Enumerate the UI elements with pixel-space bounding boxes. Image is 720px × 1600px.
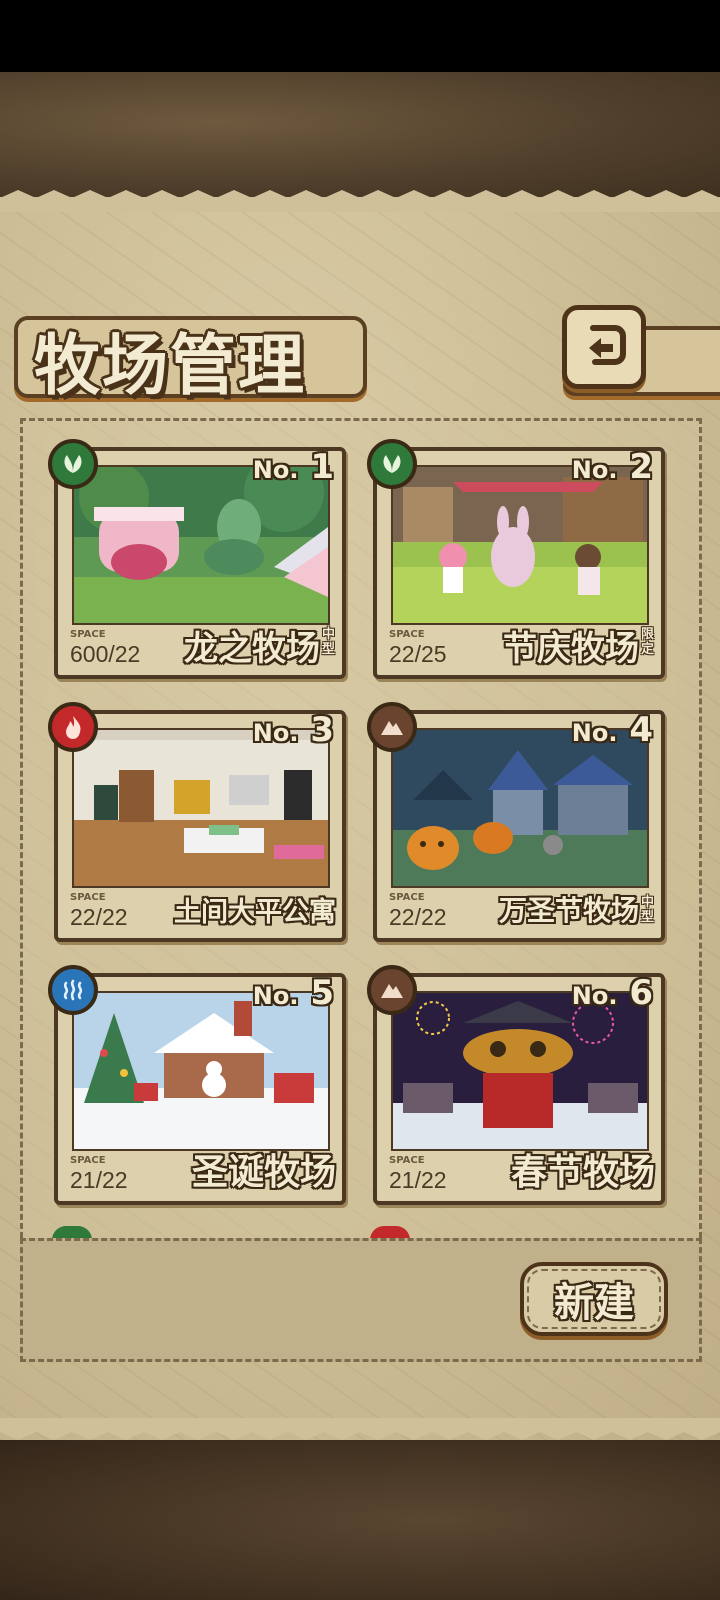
space-label: SPACE: [70, 629, 106, 640]
ranch-size-tag: 中型: [641, 895, 655, 925]
ranch-name: 圣诞牧场: [191, 1152, 336, 1193]
ranch-thumbnail-dragon: [72, 465, 330, 625]
water-element-icon: [48, 965, 98, 1015]
ranch-card-4[interactable]: No. 4 SPACE 22/22 万圣节牧场 中型: [367, 702, 665, 942]
ranch-card-3[interactable]: No. 3 SPACE 22/22 土间大平公寓: [48, 702, 346, 942]
zigzag-bottom-edge: [0, 1418, 720, 1440]
space-value: 22/22: [70, 904, 128, 930]
ranch-card-2[interactable]: No. 2 SPACE 22/25 节庆牧场 限定: [367, 439, 665, 679]
ranch-size-tag: 限定: [641, 627, 655, 657]
space-value: 22/25: [389, 641, 447, 667]
ranch-thumbnail-halloween: [391, 728, 649, 888]
fire-element-icon: [48, 702, 98, 752]
space-label: SPACE: [389, 892, 425, 903]
back-button[interactable]: [562, 305, 646, 389]
ranch-card-5[interactable]: No. 5 SPACE 21/22 圣诞牧场: [48, 965, 346, 1205]
space-label: SPACE: [70, 892, 106, 903]
earth-element-icon: [367, 702, 417, 752]
ranch-card-1[interactable]: No. 1 SPACE 600/22 龙之牧场 中型: [48, 439, 346, 679]
zigzag-top-edge: [0, 190, 720, 212]
ranch-size-tag: 中型: [322, 627, 336, 657]
space-label: SPACE: [389, 629, 425, 640]
ranch-number: No. 1: [252, 447, 334, 487]
ranch-name: 土间大平公寓: [174, 897, 336, 928]
ranch-name: 春节牧场: [510, 1152, 655, 1193]
ranch-thumbnail-festival: [391, 465, 649, 625]
status-bar: [0, 0, 720, 72]
map-background-bottom: [0, 1440, 720, 1600]
space-value: 21/22: [70, 1167, 128, 1193]
ranch-name: 万圣节牧场 中型: [498, 894, 655, 927]
ranch-number: No. 2: [571, 447, 653, 487]
ranch-thumbnail-apartment: [72, 728, 330, 888]
space-value: 21/22: [389, 1167, 447, 1193]
ranch-name: 龙之牧场 中型: [184, 627, 336, 669]
map-background-top: [0, 72, 720, 197]
space-value: 22/22: [389, 904, 447, 930]
back-arrow-icon: [579, 320, 629, 374]
ranch-thumbnail-spring-festival: [391, 991, 649, 1151]
ranch-number: No. 5: [252, 973, 334, 1013]
ranch-card-6[interactable]: No. 6 SPACE 21/22 春节牧场: [367, 965, 665, 1205]
ranch-number: No. 6: [571, 973, 653, 1013]
leaf-element-icon: [367, 439, 417, 489]
page-title: 牧场管理: [34, 326, 306, 404]
leaf-element-icon: [48, 439, 98, 489]
space-value: 600/22: [70, 641, 141, 667]
space-label: SPACE: [70, 1155, 106, 1166]
earth-element-icon: [367, 965, 417, 1015]
ranch-number: No. 3: [252, 710, 334, 750]
ranch-number: No. 4: [571, 710, 653, 750]
new-ranch-button[interactable]: 新建: [520, 1262, 668, 1336]
space-label: SPACE: [389, 1155, 425, 1166]
ranch-name: 节庆牧场 限定: [503, 627, 655, 669]
ranch-thumbnail-christmas: [72, 991, 330, 1151]
